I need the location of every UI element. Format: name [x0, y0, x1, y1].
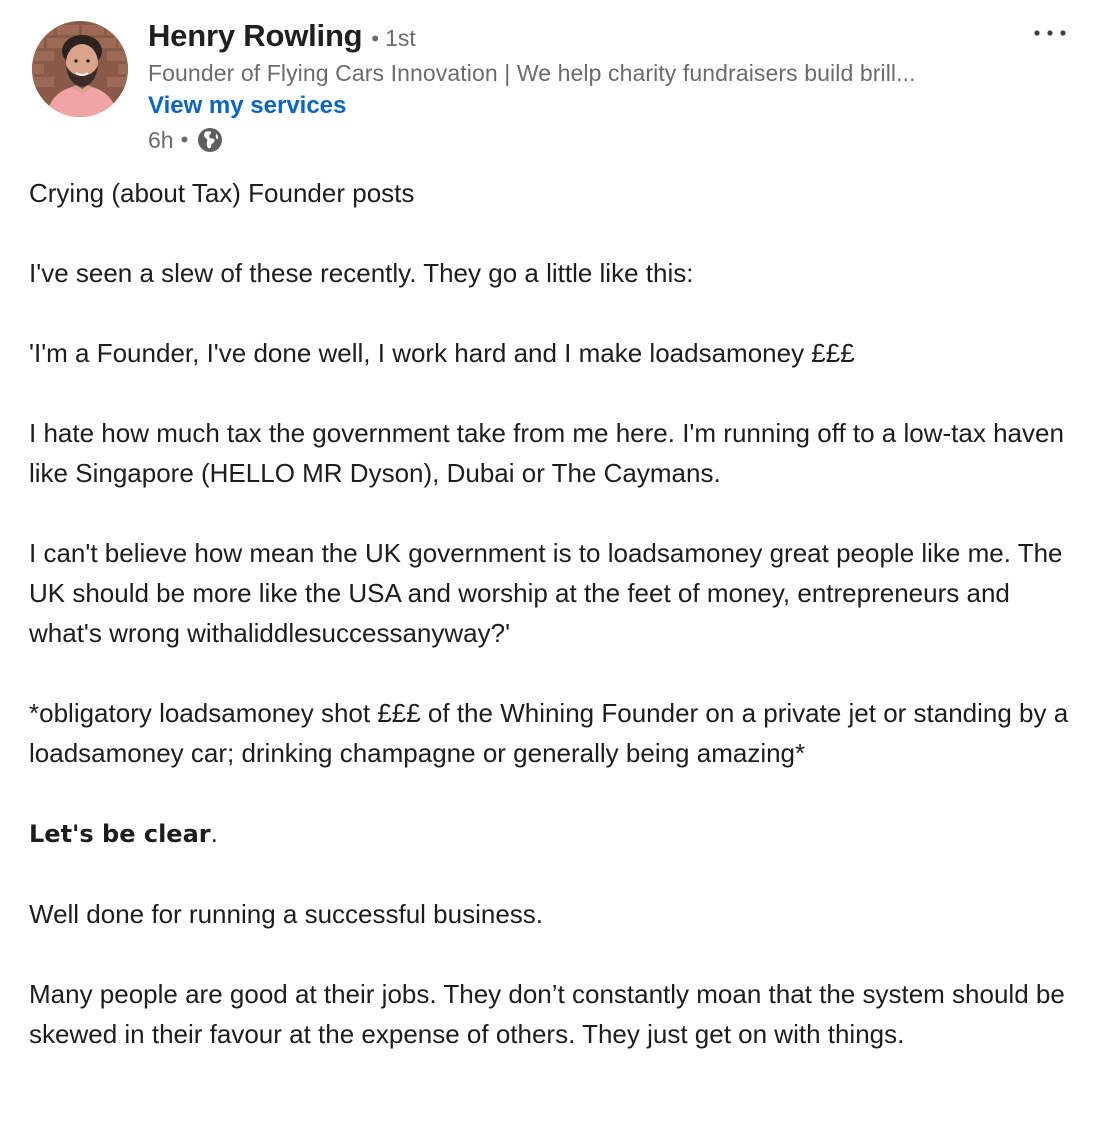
- post-paragraph: Many people are good at their jobs. They…: [29, 979, 1065, 1049]
- meta-separator: •: [180, 127, 189, 152]
- author-name[interactable]: Henry Rowling: [148, 18, 363, 54]
- post-meta: 6h •: [148, 124, 224, 156]
- bold-phrase: Let's be clear: [29, 820, 211, 848]
- connection-degree: 1st: [385, 25, 416, 51]
- avatar-photo: [32, 21, 128, 117]
- post-timestamp: 6h: [148, 126, 174, 153]
- more-options-button[interactable]: [1026, 18, 1074, 48]
- author-name-row: Henry Rowling • 1st: [148, 18, 416, 58]
- post-paragraph: I've seen a slew of these recently. They…: [29, 258, 694, 288]
- post-paragraph: 'I'm a Founder, I've done well, I work h…: [29, 338, 855, 368]
- post-paragraph-emphasis: Let's be clear.: [29, 813, 1079, 854]
- post-paragraph: Well done for running a successful busin…: [29, 899, 544, 929]
- author-headline: Founder of Flying Cars Innovation | We h…: [148, 60, 916, 86]
- bold-phrase-suffix: .: [210, 818, 218, 848]
- feed-post: Henry Rowling • 1st Founder of Flying Ca…: [0, 0, 1098, 1148]
- more-horizontal-icon: [1034, 30, 1066, 36]
- author-avatar[interactable]: [32, 21, 128, 117]
- post-paragraph: I can't believe how mean the UK governme…: [29, 538, 1063, 648]
- post-text: Crying (about Tax) Founder posts I've se…: [29, 173, 1079, 1094]
- post-paragraph: *obligatory loadsamoney shot £££ of the …: [29, 698, 1069, 768]
- post-paragraph-title: Crying (about Tax) Founder posts: [29, 178, 415, 208]
- view-services-link[interactable]: View my services: [148, 91, 346, 121]
- post-paragraph: I hate how much tax the government take …: [29, 418, 1064, 488]
- degree-separator: •: [371, 26, 380, 51]
- globe-icon: [196, 126, 224, 154]
